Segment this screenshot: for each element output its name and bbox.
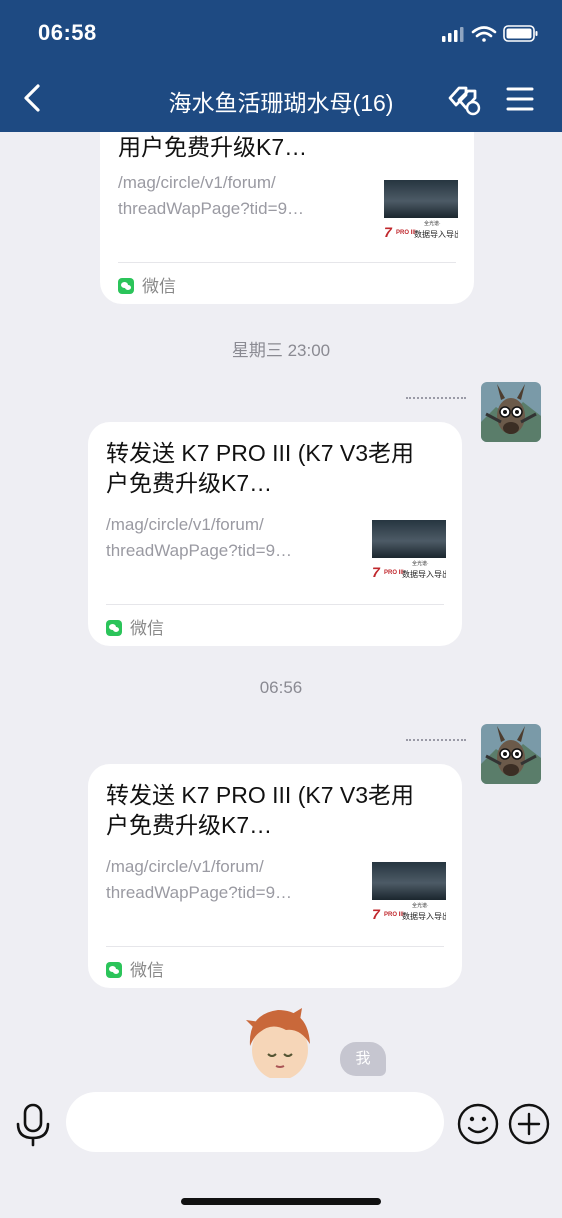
link-button[interactable]: [444, 80, 482, 118]
smiley-icon: [457, 1103, 499, 1145]
link-icon: [448, 86, 481, 116]
card-divider: [106, 604, 444, 605]
status-icons: [440, 22, 540, 48]
wechat-icon: [106, 620, 122, 636]
card-description-line2: threadWapPage?tid=9…: [106, 541, 293, 560]
donkey-avatar-icon: [481, 724, 541, 784]
link-card[interactable]: 转发送 K7 PRO III (K7 V3老用户免费升级K7… /mag/cir…: [88, 764, 462, 988]
card-source: 微信: [106, 956, 164, 981]
wechat-icon: [106, 962, 122, 978]
card-source: 微信: [106, 614, 164, 639]
avatar[interactable]: [481, 724, 541, 784]
status-time: 06:58: [38, 20, 97, 45]
card-description-line1: /mag/circle/v1/forum/: [106, 515, 264, 534]
timestamp: 星期三 23:00: [231, 341, 331, 360]
card-thumbnail: 全光谱· 7 PRO III 数据导入导出: [372, 858, 446, 928]
input-bar: [0, 1078, 562, 1218]
boy-mascot-icon: [246, 1008, 310, 1078]
donkey-avatar-icon: [481, 382, 541, 442]
card-title: 用户免费升级K7…: [118, 134, 308, 160]
menu-icon: [506, 87, 534, 111]
plus-icon: [508, 1103, 550, 1145]
chat-title: 海水鱼活珊瑚水母(16): [168, 90, 394, 116]
wifi-icon: [471, 26, 497, 42]
link-card[interactable]: 用户免费升级K7… /mag/circle/v1/forum/ threadWa…: [100, 132, 474, 304]
more-button[interactable]: [508, 1103, 550, 1145]
sender-name-dots: [406, 739, 466, 745]
emoji-button[interactable]: [457, 1103, 499, 1145]
card-thumbnail: 全光谱· 7 PRO III 数据导入导出: [372, 516, 446, 586]
sender-name-dots: [406, 397, 466, 403]
avatar[interactable]: [481, 382, 541, 442]
card-divider: [106, 946, 444, 947]
signal-icon: [442, 27, 464, 42]
card-description-line2: threadWapPage?tid=9…: [118, 199, 305, 218]
message-input[interactable]: [66, 1092, 444, 1152]
menu-button[interactable]: [502, 80, 540, 118]
wechat-icon: [118, 278, 134, 294]
card-description-line1: /mag/circle/v1/forum/: [106, 857, 264, 876]
card-title: 转发送 K7 PRO III (K7 V3老用户免费升级K7…: [106, 440, 415, 496]
chat-area[interactable]: 用户免费升级K7… /mag/circle/v1/forum/ threadWa…: [0, 132, 562, 1078]
microphone-icon: [16, 1103, 50, 1147]
mascot-character: [242, 1006, 318, 1078]
battery-icon: [503, 25, 538, 42]
card-source: 微信: [118, 272, 176, 297]
card-description-line2: threadWapPage?tid=9…: [106, 883, 293, 902]
me-label-bubble: 我: [340, 1042, 386, 1076]
chat-header: 06:58 海水鱼活珊瑚水母(16): [0, 0, 562, 132]
home-indicator[interactable]: [181, 1198, 381, 1205]
chevron-left-icon: [24, 84, 40, 112]
card-description-line1: /mag/circle/v1/forum/: [118, 173, 276, 192]
back-button[interactable]: [18, 80, 52, 116]
card-thumbnail: 全光谱· 7 PRO III 数据导入导出: [384, 176, 458, 246]
card-divider: [118, 262, 456, 263]
timestamp: 06:56: [259, 678, 303, 697]
link-card[interactable]: 转发送 K7 PRO III (K7 V3老用户免费升级K7… /mag/cir…: [88, 422, 462, 646]
card-title: 转发送 K7 PRO III (K7 V3老用户免费升级K7…: [106, 782, 415, 838]
voice-button[interactable]: [14, 1102, 52, 1148]
